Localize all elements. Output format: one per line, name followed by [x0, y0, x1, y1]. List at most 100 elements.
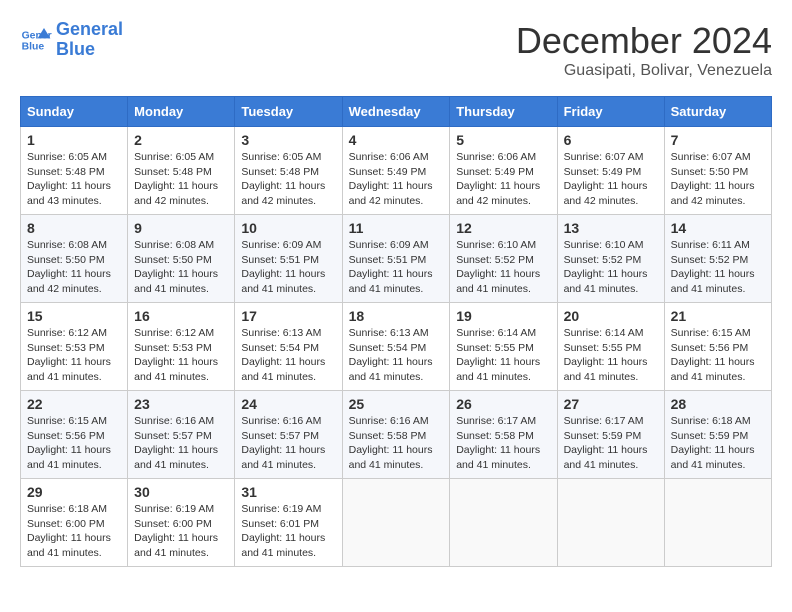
day-number: 5 — [456, 132, 550, 148]
day-number: 22 — [27, 396, 121, 412]
day-number: 8 — [27, 220, 121, 236]
day-number: 7 — [671, 132, 765, 148]
calendar-cell: 25 Sunrise: 6:16 AMSunset: 5:58 PMDaylig… — [342, 391, 450, 479]
header-thursday: Thursday — [450, 97, 557, 127]
calendar-cell: 23 Sunrise: 6:16 AMSunset: 5:57 PMDaylig… — [128, 391, 235, 479]
calendar-cell: 1 Sunrise: 6:05 AMSunset: 5:48 PMDayligh… — [21, 127, 128, 215]
page-header: General Blue GeneralBlue December 2024 G… — [20, 20, 772, 80]
calendar-cell: 22 Sunrise: 6:15 AMSunset: 5:56 PMDaylig… — [21, 391, 128, 479]
day-number: 3 — [241, 132, 335, 148]
day-number: 30 — [134, 484, 228, 500]
calendar-cell — [557, 479, 664, 567]
header-monday: Monday — [128, 97, 235, 127]
calendar-cell: 15 Sunrise: 6:12 AMSunset: 5:53 PMDaylig… — [21, 303, 128, 391]
day-info: Sunrise: 6:13 AMSunset: 5:54 PMDaylight:… — [349, 327, 433, 383]
header-tuesday: Tuesday — [235, 97, 342, 127]
calendar-cell: 3 Sunrise: 6:05 AMSunset: 5:48 PMDayligh… — [235, 127, 342, 215]
calendar-cell: 8 Sunrise: 6:08 AMSunset: 5:50 PMDayligh… — [21, 215, 128, 303]
calendar-cell — [664, 479, 771, 567]
day-number: 11 — [349, 220, 444, 236]
month-title: December 2024 — [516, 20, 772, 62]
day-info: Sunrise: 6:06 AMSunset: 5:49 PMDaylight:… — [456, 151, 540, 207]
day-info: Sunrise: 6:05 AMSunset: 5:48 PMDaylight:… — [27, 151, 111, 207]
day-info: Sunrise: 6:19 AMSunset: 6:01 PMDaylight:… — [241, 503, 325, 559]
calendar-cell: 26 Sunrise: 6:17 AMSunset: 5:58 PMDaylig… — [450, 391, 557, 479]
calendar-week-row: 8 Sunrise: 6:08 AMSunset: 5:50 PMDayligh… — [21, 215, 772, 303]
day-number: 17 — [241, 308, 335, 324]
calendar-cell: 19 Sunrise: 6:14 AMSunset: 5:55 PMDaylig… — [450, 303, 557, 391]
calendar-cell: 5 Sunrise: 6:06 AMSunset: 5:49 PMDayligh… — [450, 127, 557, 215]
day-number: 15 — [27, 308, 121, 324]
calendar-week-row: 29 Sunrise: 6:18 AMSunset: 6:00 PMDaylig… — [21, 479, 772, 567]
day-number: 12 — [456, 220, 550, 236]
day-info: Sunrise: 6:09 AMSunset: 5:51 PMDaylight:… — [349, 239, 433, 295]
day-info: Sunrise: 6:16 AMSunset: 5:57 PMDaylight:… — [134, 415, 218, 471]
calendar-week-row: 15 Sunrise: 6:12 AMSunset: 5:53 PMDaylig… — [21, 303, 772, 391]
day-number: 29 — [27, 484, 121, 500]
logo-icon: General Blue — [20, 24, 52, 56]
calendar-cell: 21 Sunrise: 6:15 AMSunset: 5:56 PMDaylig… — [664, 303, 771, 391]
calendar-cell: 2 Sunrise: 6:05 AMSunset: 5:48 PMDayligh… — [128, 127, 235, 215]
day-number: 18 — [349, 308, 444, 324]
calendar-week-row: 22 Sunrise: 6:15 AMSunset: 5:56 PMDaylig… — [21, 391, 772, 479]
header-wednesday: Wednesday — [342, 97, 450, 127]
calendar-cell: 16 Sunrise: 6:12 AMSunset: 5:53 PMDaylig… — [128, 303, 235, 391]
day-info: Sunrise: 6:19 AMSunset: 6:00 PMDaylight:… — [134, 503, 218, 559]
calendar-cell — [342, 479, 450, 567]
day-number: 20 — [564, 308, 658, 324]
calendar-cell: 10 Sunrise: 6:09 AMSunset: 5:51 PMDaylig… — [235, 215, 342, 303]
calendar-cell: 14 Sunrise: 6:11 AMSunset: 5:52 PMDaylig… — [664, 215, 771, 303]
day-info: Sunrise: 6:05 AMSunset: 5:48 PMDaylight:… — [134, 151, 218, 207]
day-number: 23 — [134, 396, 228, 412]
day-info: Sunrise: 6:12 AMSunset: 5:53 PMDaylight:… — [134, 327, 218, 383]
calendar-cell — [450, 479, 557, 567]
day-number: 19 — [456, 308, 550, 324]
calendar-cell: 20 Sunrise: 6:14 AMSunset: 5:55 PMDaylig… — [557, 303, 664, 391]
calendar-cell: 28 Sunrise: 6:18 AMSunset: 5:59 PMDaylig… — [664, 391, 771, 479]
day-info: Sunrise: 6:14 AMSunset: 5:55 PMDaylight:… — [564, 327, 648, 383]
day-number: 13 — [564, 220, 658, 236]
svg-text:Blue: Blue — [22, 41, 45, 52]
day-info: Sunrise: 6:05 AMSunset: 5:48 PMDaylight:… — [241, 151, 325, 207]
day-number: 26 — [456, 396, 550, 412]
day-info: Sunrise: 6:11 AMSunset: 5:52 PMDaylight:… — [671, 239, 755, 295]
header-saturday: Saturday — [664, 97, 771, 127]
day-info: Sunrise: 6:10 AMSunset: 5:52 PMDaylight:… — [456, 239, 540, 295]
day-number: 31 — [241, 484, 335, 500]
header-friday: Friday — [557, 97, 664, 127]
day-info: Sunrise: 6:06 AMSunset: 5:49 PMDaylight:… — [349, 151, 433, 207]
day-number: 27 — [564, 396, 658, 412]
calendar-week-row: 1 Sunrise: 6:05 AMSunset: 5:48 PMDayligh… — [21, 127, 772, 215]
calendar-cell: 24 Sunrise: 6:16 AMSunset: 5:57 PMDaylig… — [235, 391, 342, 479]
day-info: Sunrise: 6:08 AMSunset: 5:50 PMDaylight:… — [27, 239, 111, 295]
calendar-cell: 11 Sunrise: 6:09 AMSunset: 5:51 PMDaylig… — [342, 215, 450, 303]
day-number: 10 — [241, 220, 335, 236]
calendar-cell: 9 Sunrise: 6:08 AMSunset: 5:50 PMDayligh… — [128, 215, 235, 303]
day-info: Sunrise: 6:18 AMSunset: 5:59 PMDaylight:… — [671, 415, 755, 471]
day-info: Sunrise: 6:16 AMSunset: 5:57 PMDaylight:… — [241, 415, 325, 471]
day-info: Sunrise: 6:09 AMSunset: 5:51 PMDaylight:… — [241, 239, 325, 295]
day-number: 9 — [134, 220, 228, 236]
day-info: Sunrise: 6:17 AMSunset: 5:58 PMDaylight:… — [456, 415, 540, 471]
day-number: 2 — [134, 132, 228, 148]
calendar-cell: 18 Sunrise: 6:13 AMSunset: 5:54 PMDaylig… — [342, 303, 450, 391]
day-number: 21 — [671, 308, 765, 324]
day-info: Sunrise: 6:18 AMSunset: 6:00 PMDaylight:… — [27, 503, 111, 559]
day-info: Sunrise: 6:14 AMSunset: 5:55 PMDaylight:… — [456, 327, 540, 383]
day-info: Sunrise: 6:15 AMSunset: 5:56 PMDaylight:… — [671, 327, 755, 383]
day-info: Sunrise: 6:12 AMSunset: 5:53 PMDaylight:… — [27, 327, 111, 383]
calendar-cell: 31 Sunrise: 6:19 AMSunset: 6:01 PMDaylig… — [235, 479, 342, 567]
calendar-cell: 27 Sunrise: 6:17 AMSunset: 5:59 PMDaylig… — [557, 391, 664, 479]
day-info: Sunrise: 6:17 AMSunset: 5:59 PMDaylight:… — [564, 415, 648, 471]
logo: General Blue GeneralBlue — [20, 20, 123, 60]
calendar-cell: 12 Sunrise: 6:10 AMSunset: 5:52 PMDaylig… — [450, 215, 557, 303]
calendar-cell: 4 Sunrise: 6:06 AMSunset: 5:49 PMDayligh… — [342, 127, 450, 215]
calendar-cell: 7 Sunrise: 6:07 AMSunset: 5:50 PMDayligh… — [664, 127, 771, 215]
day-info: Sunrise: 6:16 AMSunset: 5:58 PMDaylight:… — [349, 415, 433, 471]
calendar-cell: 17 Sunrise: 6:13 AMSunset: 5:54 PMDaylig… — [235, 303, 342, 391]
calendar-cell: 29 Sunrise: 6:18 AMSunset: 6:00 PMDaylig… — [21, 479, 128, 567]
calendar-cell: 13 Sunrise: 6:10 AMSunset: 5:52 PMDaylig… — [557, 215, 664, 303]
day-number: 14 — [671, 220, 765, 236]
day-number: 25 — [349, 396, 444, 412]
day-number: 24 — [241, 396, 335, 412]
